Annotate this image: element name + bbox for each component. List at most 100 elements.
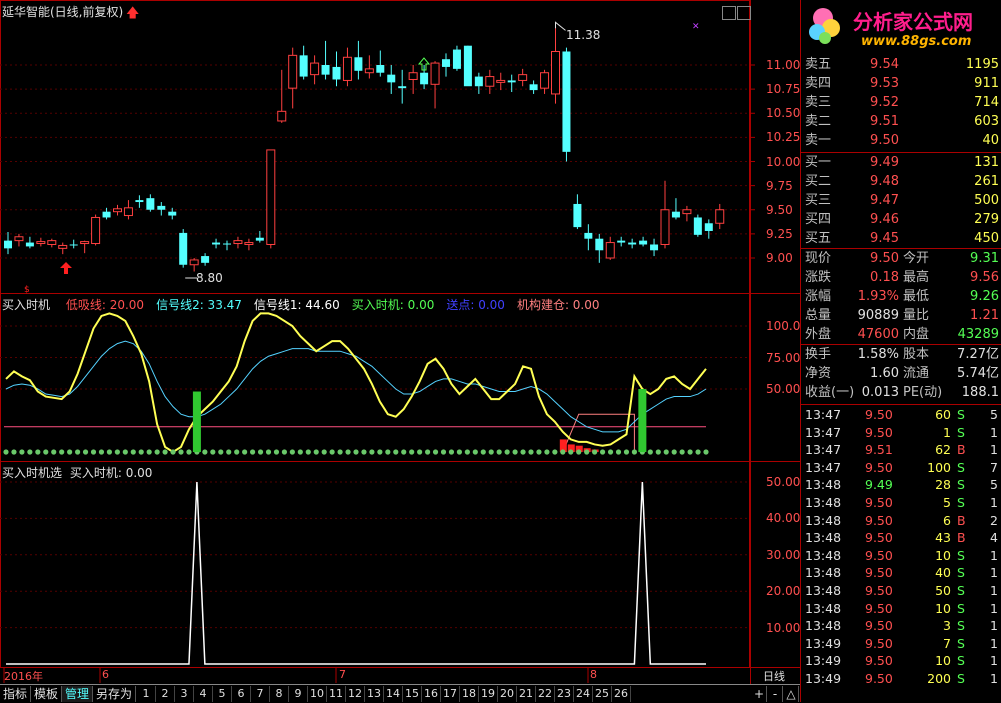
page-number-button[interactable]: 23 (555, 686, 574, 702)
price-axis-label: 10.25 (766, 130, 801, 145)
tick-row: 13:47 9.50 100 S 7 (801, 459, 1001, 477)
stat-row: 总量 90889 量比 1.21 (801, 306, 1001, 325)
zoom-in-button[interactable]: + (752, 686, 767, 702)
baseline-dot (51, 449, 57, 455)
logo: 分析家公式网 www.88gs.com (801, 0, 1001, 55)
baseline-dot (488, 449, 494, 455)
indicator1-item: 信号线1: 44.60 (253, 298, 340, 312)
page-number-button[interactable]: 9 (289, 686, 308, 702)
tab-template[interactable]: 模板 (31, 686, 62, 702)
baseline-dot (369, 449, 375, 455)
tick-time: 13:48 (805, 618, 842, 634)
ask-label: 卖三 (805, 95, 832, 110)
baseline-dot (385, 449, 391, 455)
baseline-dot (377, 449, 383, 455)
tick-count: 1 (990, 635, 998, 651)
tick-row: 13:49 9.50 10 S 1 (801, 652, 1001, 670)
baseline-dot (257, 449, 264, 455)
stat-label: 最高 (903, 270, 930, 285)
indicator1-item: 信号线2: 33.47 (156, 298, 242, 312)
page-number-button[interactable]: 12 (346, 686, 365, 702)
page-number-button[interactable]: 25 (593, 686, 612, 702)
indicator1-item: 低吸线: 20.00 (65, 298, 145, 312)
page-number-button[interactable]: 3 (175, 686, 194, 702)
baseline-dot (19, 449, 25, 455)
baseline-dot (440, 449, 447, 455)
page-number-button[interactable]: 8 (270, 686, 289, 702)
page-number-button[interactable]: 10 (308, 686, 327, 702)
period-label[interactable]: 日线 (763, 668, 785, 684)
baseline-dot (703, 449, 709, 455)
page-number-button[interactable]: 14 (384, 686, 403, 702)
tick-price: 9.50 (865, 530, 893, 546)
page-number-button[interactable]: 18 (460, 686, 479, 702)
tick-row: 13:48 9.50 6 B 2 (801, 512, 1001, 530)
candle-body (650, 244, 659, 251)
page-number-button[interactable]: 15 (403, 686, 422, 702)
restore-window-icon[interactable] (722, 6, 736, 20)
zoom-out-button[interactable]: - (768, 686, 783, 702)
tick-side: S (957, 547, 965, 563)
ask-volume: 1195 (965, 57, 999, 72)
candle-body (58, 244, 68, 249)
tick-price: 9.50 (865, 671, 893, 686)
page-number-button[interactable]: 21 (517, 686, 536, 702)
page-number-button[interactable]: 19 (479, 686, 498, 702)
tick-price: 9.50 (865, 512, 893, 528)
candle-body (573, 203, 582, 228)
candle-body (255, 237, 264, 241)
page-number-button[interactable]: 17 (441, 686, 460, 702)
tick-volume: 100 (927, 459, 951, 475)
candle-body (223, 243, 231, 245)
page-number-button[interactable]: 22 (536, 686, 555, 702)
tick-count: 4 (990, 530, 998, 546)
ask-volume: 714 (974, 95, 999, 110)
tick-volume: 28 (935, 477, 951, 493)
candle-body (288, 54, 298, 89)
page-number-button[interactable]: 6 (232, 686, 251, 702)
maximize-window-icon[interactable] (737, 6, 751, 20)
chart-area[interactable]: $ 延华智能(日线,前复权) 🡅 ✕ 11.38 8.80 11.00 10.75… (0, 0, 800, 684)
tab-manage[interactable]: 管理 (62, 686, 93, 702)
stat-label: 总量 (805, 308, 832, 323)
indicator2-axis-label: 40.00 (766, 511, 801, 526)
candlestick-chart[interactable]: $ (0, 0, 800, 684)
tab-indicator[interactable]: 指标 (0, 686, 31, 702)
page-number-button[interactable]: 1 (137, 686, 156, 702)
candle-body (113, 208, 122, 213)
page-number-button[interactable]: 5 (213, 686, 232, 702)
tick-price: 9.50 (865, 653, 893, 669)
page-number-button[interactable]: 11 (327, 686, 346, 702)
buy-signal-bar (192, 391, 201, 452)
tick-price: 9.50 (865, 618, 893, 634)
tick-volume: 1 (943, 424, 951, 440)
candle-body (244, 242, 254, 245)
page-number-button[interactable]: 7 (251, 686, 270, 702)
tick-side: B (957, 512, 966, 528)
page-number-button[interactable]: 2 (156, 686, 175, 702)
tab-save-as[interactable]: 另存为 (93, 686, 136, 702)
baseline-dot (234, 449, 240, 455)
tick-volume: 6 (943, 512, 951, 528)
page-number-button[interactable]: 4 (194, 686, 213, 702)
tick-side: S (957, 671, 965, 686)
page-number-button[interactable]: 13 (365, 686, 384, 702)
tick-count: 1 (990, 565, 998, 581)
baseline-dot (178, 449, 184, 455)
page-number-button[interactable]: 26 (612, 686, 631, 702)
collapse-button[interactable]: △ (784, 686, 799, 702)
tick-row: 13:48 9.50 43 B 4 (801, 529, 1001, 547)
tick-row: 13:49 9.50 7 S 1 (801, 635, 1001, 653)
high-price-label: 11.38 (566, 28, 601, 42)
tick-time: 13:49 (805, 671, 842, 686)
page-number-button[interactable]: 16 (422, 686, 441, 702)
price-axis-label: 9.75 (766, 178, 793, 193)
page-number-button[interactable]: 24 (574, 686, 593, 702)
candle-body (14, 236, 24, 242)
candle-body (693, 217, 702, 235)
tick-count: 1 (990, 653, 998, 669)
candle-body (157, 205, 166, 210)
baseline-dot (576, 449, 582, 455)
page-number-button[interactable]: 20 (498, 686, 517, 702)
candle-body (364, 68, 374, 74)
